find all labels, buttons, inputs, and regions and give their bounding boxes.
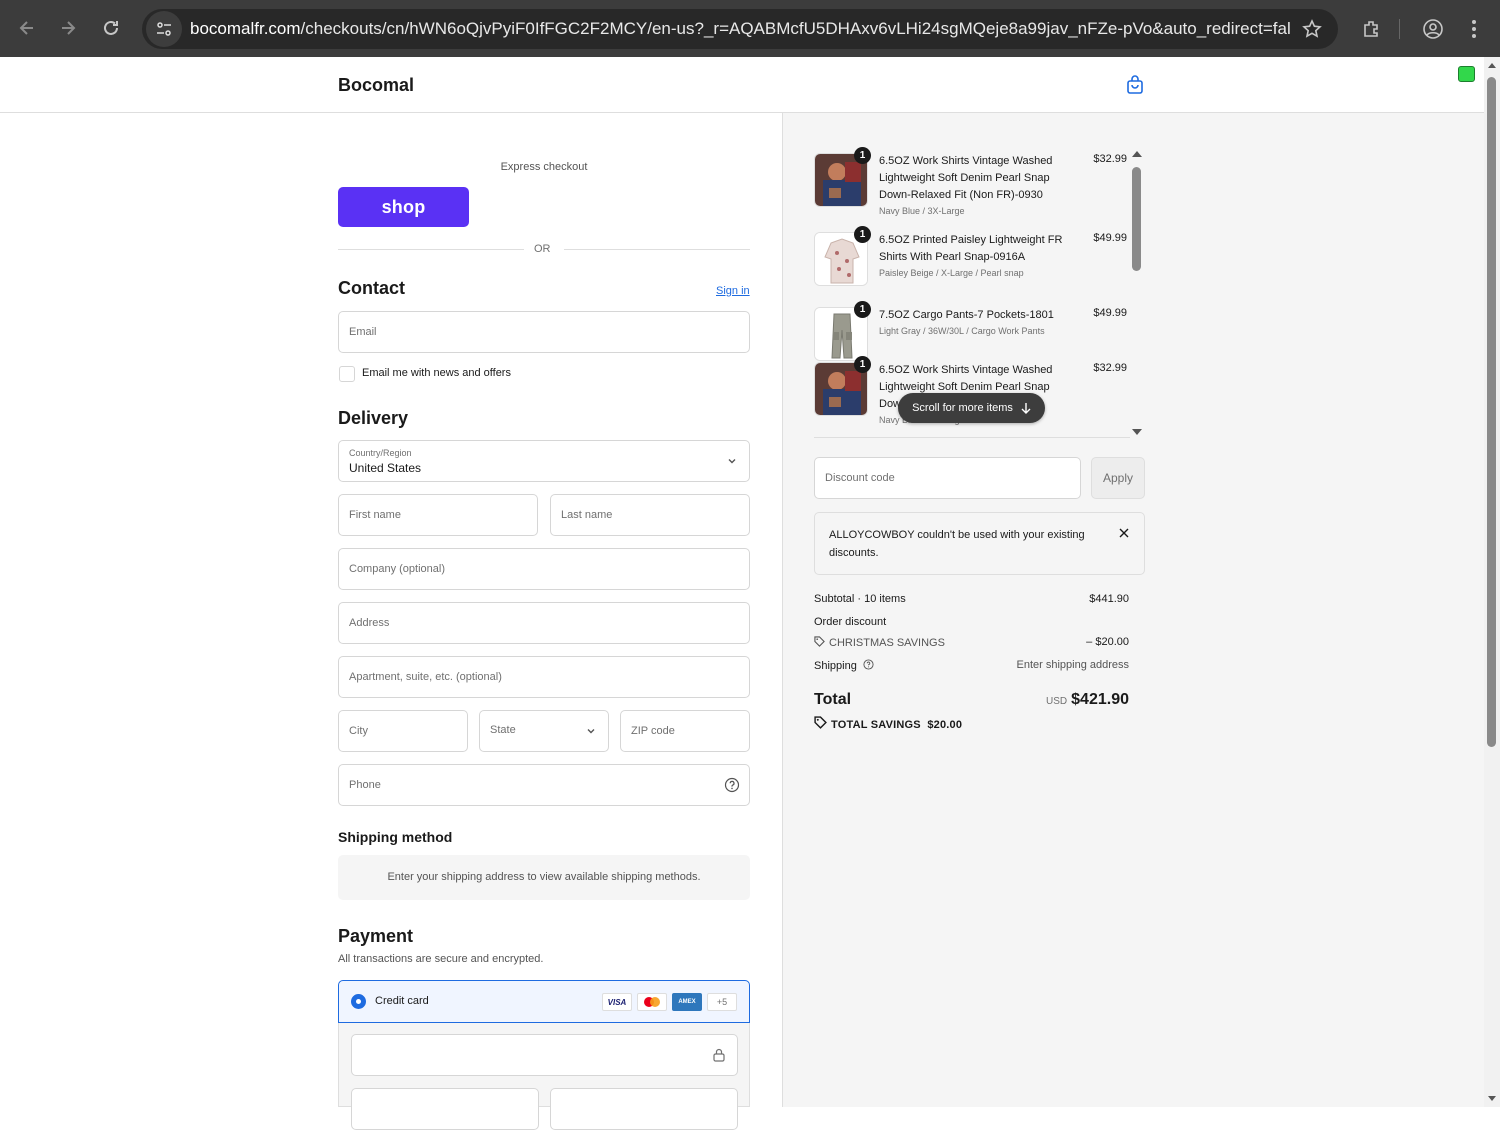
chevron-down-icon [728, 459, 736, 464]
discount-value: – $20.00 [1086, 636, 1129, 648]
mastercard-logo-icon [637, 993, 667, 1011]
phone-field[interactable]: Phone [338, 764, 750, 806]
credit-card-option[interactable]: Credit card VISA AMEX +5 [338, 980, 750, 1023]
credit-card-form [338, 1023, 750, 1130]
item-name: 6.5OZ Printed Paisley Lightweight FR Shi… [879, 234, 1063, 278]
apply-discount-button[interactable]: Apply [1091, 457, 1145, 499]
forward-icon[interactable] [47, 7, 89, 49]
country-select[interactable]: Country/Region United States [338, 440, 750, 482]
address-bar[interactable]: bocomalfr.com/checkouts/cn/hWN6oQjvPyiF0… [142, 9, 1338, 49]
visa-logo-icon: VISA [602, 993, 632, 1011]
zip-field[interactable]: ZIP code [620, 710, 750, 752]
discount-code-field[interactable]: Discount code [814, 457, 1081, 499]
help-circle-icon[interactable] [863, 659, 874, 670]
contact-title: Contact [338, 278, 405, 298]
email-field[interactable]: Email [338, 311, 750, 353]
profile-icon[interactable] [1418, 0, 1448, 57]
apartment-field[interactable]: Apartment, suite, etc. (optional) [338, 656, 750, 698]
state-select[interactable]: State [479, 710, 609, 752]
item-price: $49.99 [1093, 232, 1127, 244]
shopping-bag-icon[interactable] [1126, 75, 1144, 95]
amex-logo-icon: AMEX [672, 993, 702, 1011]
close-icon[interactable] [1118, 527, 1130, 539]
total-value: USD $421.90 [1046, 691, 1129, 708]
quantity-badge: 1 [854, 356, 871, 373]
total-savings: TOTAL SAVINGS $20.00 [814, 716, 962, 731]
extension-indicator [1458, 66, 1475, 82]
checkout-page: Bocomal Express checkout shop OR Contact… [0, 57, 1484, 1130]
more-cards-badge: +5 [707, 993, 737, 1011]
quantity-badge: 1 [854, 301, 871, 318]
page-scrollbar[interactable] [1484, 57, 1500, 1107]
discount-error-banner: ALLOYCOWBOY couldn't be used with your e… [814, 512, 1145, 575]
tag-icon [814, 716, 827, 729]
company-field[interactable]: Company (optional) [338, 548, 750, 590]
newsletter-label: Email me with news and offers [362, 367, 511, 379]
arrow-down-icon [1021, 403, 1031, 414]
subtotal-value: $441.90 [1089, 593, 1129, 605]
shipping-value: Enter shipping address [1016, 659, 1129, 671]
chevron-down-icon [587, 729, 595, 734]
sign-in-link[interactable]: Sign in [716, 285, 750, 297]
security-code-field[interactable] [550, 1088, 738, 1130]
quantity-badge: 1 [854, 147, 871, 164]
payment-note: All transactions are secure and encrypte… [338, 953, 544, 965]
checkout-header: Bocomal [0, 57, 1484, 113]
express-checkout-label: Express checkout [500, 161, 588, 173]
browser-toolbar: bocomalfr.com/checkouts/cn/hWN6oQjvPyiF0… [0, 0, 1500, 57]
back-icon[interactable] [6, 7, 48, 49]
subtotal-label: Subtotal · 10 items [814, 593, 906, 605]
shipping-method-info: Enter your shipping address to view avai… [338, 855, 750, 900]
card-number-field[interactable] [351, 1034, 738, 1076]
total-label: Total [814, 691, 852, 708]
reload-icon[interactable] [90, 7, 132, 49]
url-text: bocomalfr.com/checkouts/cn/hWN6oQjvPyiF0… [190, 19, 1290, 38]
items-scrollbar[interactable] [1130, 147, 1144, 437]
last-name-field[interactable]: Last name [550, 494, 750, 536]
help-circle-icon[interactable] [724, 777, 740, 793]
tag-icon [814, 636, 825, 647]
extensions-icon[interactable] [1356, 0, 1386, 57]
item-name: 7.5OZ Cargo Pants-7 Pockets-1801 Light G… [879, 309, 1054, 336]
credit-card-radio[interactable] [351, 994, 366, 1009]
shipping-method-title: Shipping method [338, 829, 453, 845]
quantity-badge: 1 [854, 226, 871, 243]
address-field[interactable]: Address [338, 602, 750, 644]
item-price: $32.99 [1093, 362, 1127, 374]
menu-icon[interactable] [1462, 0, 1486, 57]
lock-icon [713, 1048, 725, 1062]
shipping-label: Shipping [814, 659, 874, 672]
newsletter-checkbox[interactable] [339, 366, 355, 382]
or-divider: OR [338, 243, 750, 257]
site-settings-icon[interactable] [146, 11, 182, 47]
bookmark-star-icon[interactable] [1302, 19, 1322, 44]
delivery-title: Delivery [338, 408, 409, 428]
order-discount-label: Order discount [814, 616, 887, 628]
payment-title: Payment [338, 926, 414, 946]
first-name-field[interactable]: First name [338, 494, 538, 536]
discount-code-tag: CHRISTMAS SAVINGS [814, 636, 945, 649]
city-field[interactable]: City [338, 710, 468, 752]
brand-logo[interactable]: Bocomal [338, 75, 414, 96]
item-name: 6.5OZ Work Shirts Vintage Washed Lightwe… [879, 155, 1053, 216]
item-price: $32.99 [1093, 153, 1127, 165]
item-price: $49.99 [1093, 307, 1127, 319]
shop-pay-button[interactable]: shop [338, 187, 469, 227]
scroll-for-more-button[interactable]: Scroll for more items [898, 393, 1045, 423]
expiration-field[interactable] [351, 1088, 539, 1130]
